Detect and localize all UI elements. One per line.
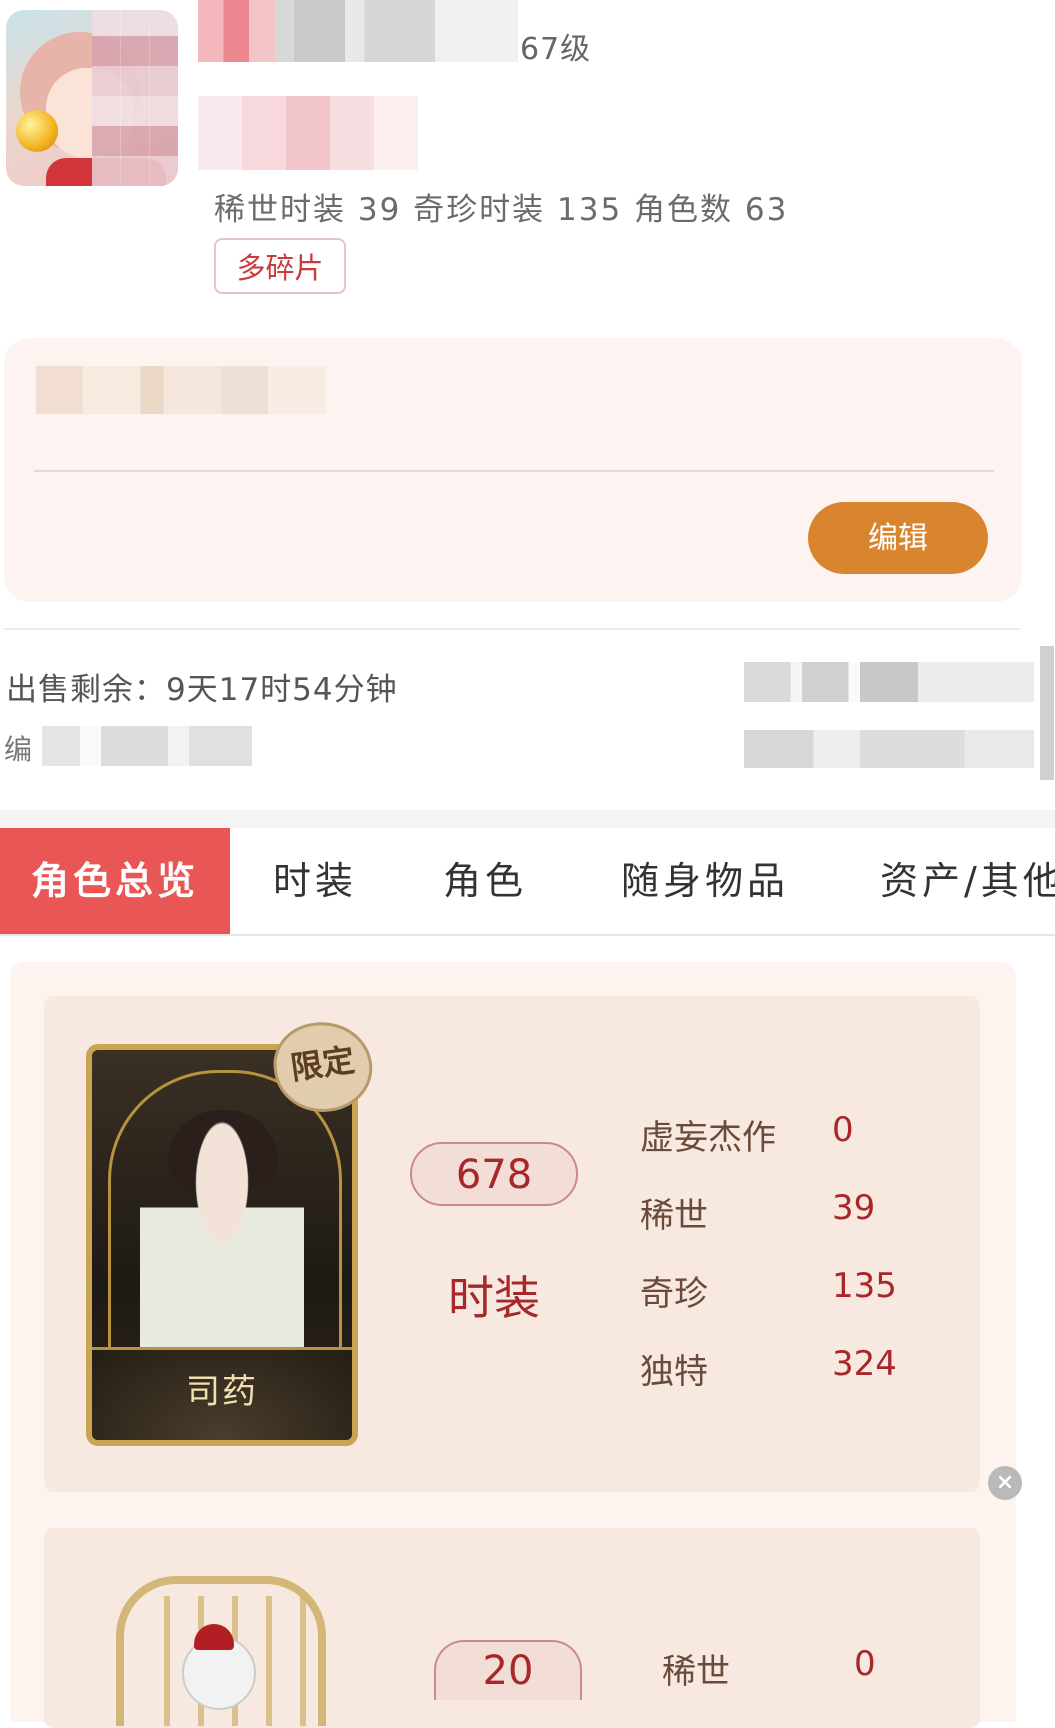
sale-remaining-time: 出售剩余：9天17时54分钟 — [6, 672, 398, 708]
listing-id-label: 编 — [4, 733, 33, 766]
avatar-pixelated-overlay — [92, 10, 178, 186]
costume-label: 时装 — [448, 1271, 540, 1325]
category-tabs: 角色总览 时装 角色 随身物品 资产/其他 — [0, 828, 1055, 936]
costume-stats-line: 稀世时装 39 奇珍时装 135 角色数 63 — [214, 192, 789, 228]
tab-costumes[interactable]: 时装 — [230, 828, 400, 934]
user-avatar[interactable] — [6, 10, 178, 186]
stat-value: 0 — [832, 1110, 854, 1150]
stat-name: 奇珍 — [640, 1274, 708, 1314]
stat-value: 0 — [854, 1644, 876, 1684]
scroll-edge — [1040, 646, 1054, 780]
stat-value: 324 — [832, 1344, 897, 1384]
stat-name: 虚妄杰作 — [640, 1118, 776, 1158]
stat-name: 稀世 — [640, 1196, 708, 1236]
blurred-description — [36, 366, 326, 414]
accessory-card[interactable] — [96, 1566, 348, 1726]
section-band — [0, 810, 1055, 828]
character-figure — [140, 1120, 304, 1370]
player-level: 67级 — [520, 32, 592, 67]
blurred-seller-info — [744, 662, 1034, 702]
description-card: 编辑 — [4, 338, 1022, 602]
close-icon[interactable]: × — [988, 1466, 1022, 1500]
stat-value: 39 — [832, 1188, 876, 1228]
stat-value: 135 — [832, 1266, 897, 1306]
blurred-server-info — [198, 96, 418, 170]
accessory-count: 20 — [434, 1640, 582, 1700]
fragment-tag[interactable]: 多碎片 — [214, 238, 346, 294]
blurred-username — [198, 0, 518, 62]
costume-count: 678 — [410, 1142, 578, 1206]
description-divider — [34, 470, 994, 472]
character-name: 司药 — [92, 1347, 352, 1440]
stat-name: 独特 — [640, 1352, 708, 1392]
blurred-listing-id — [42, 726, 252, 766]
tab-accessories[interactable]: 随身物品 — [600, 828, 810, 934]
section-divider — [4, 628, 1020, 630]
tab-characters[interactable]: 角色 — [400, 828, 570, 934]
edit-button[interactable]: 编辑 — [808, 502, 988, 574]
blurred-seller-info-2 — [744, 730, 1034, 768]
stat-name: 稀世 — [662, 1652, 730, 1692]
avatar-coin-icon — [16, 110, 58, 152]
tab-assets-other[interactable]: 资产/其他 — [860, 828, 1055, 934]
tab-character-overview[interactable]: 角色总览 — [0, 828, 230, 934]
